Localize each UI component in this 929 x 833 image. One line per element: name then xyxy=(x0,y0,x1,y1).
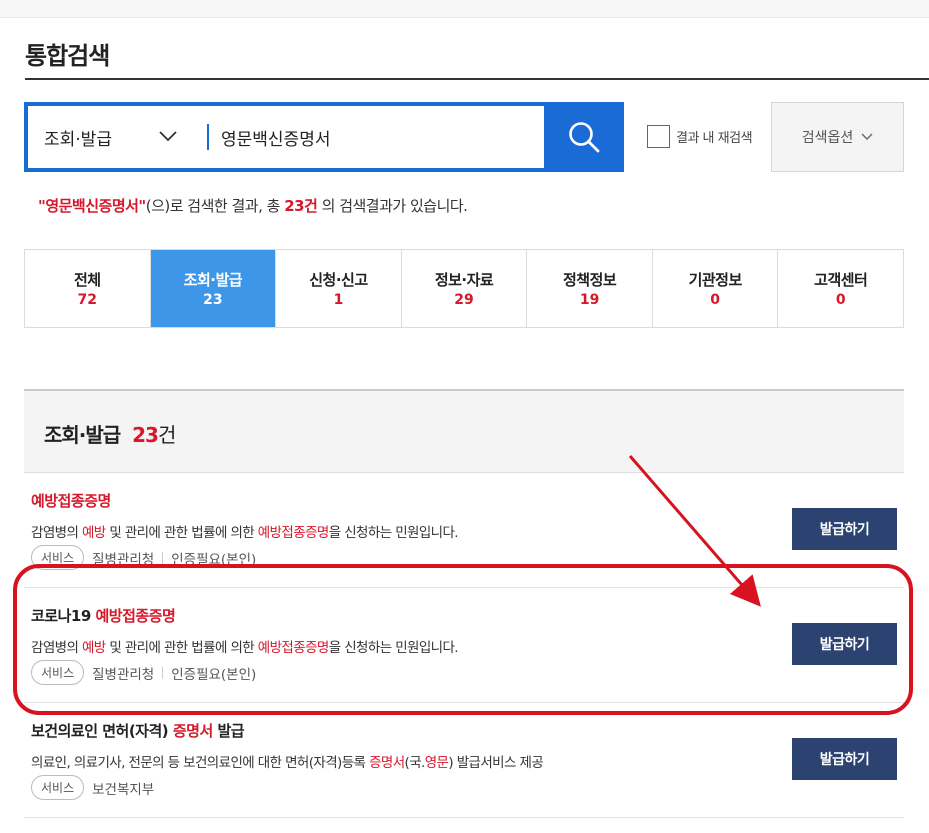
tab-agency-info[interactable]: 기관정보 0 xyxy=(653,250,779,327)
summary-total: 23건 xyxy=(284,197,318,215)
tab-inquiry-issuance[interactable]: 조회·발급 23 xyxy=(150,250,277,327)
tab-info-data[interactable]: 정보·자료 29 xyxy=(402,250,528,327)
summary-suffix: 의 검색결과가 있습니다. xyxy=(317,197,468,215)
result-summary: "영문백신증명서"(으)로 검색한 결과, 총 23건 의 검색결과가 있습니다… xyxy=(38,195,468,216)
desc-highlight: 예방접종증명 xyxy=(257,640,330,656)
result-item: 보건의료인 면허(자격) 증명서 발급 의료인, 의료기사, 전문의 등 보건의… xyxy=(24,703,904,818)
summary-query: "영문백신증명서" xyxy=(38,197,146,215)
desc-text: (국. xyxy=(404,755,426,771)
search-options-label: 검색옵션 xyxy=(801,130,854,146)
desc-text: 을 신청하는 민원입니다. xyxy=(328,525,459,541)
result-meta: 서비스 질병관리청 인증필요(본인) xyxy=(31,545,256,570)
auth-requirement: 인증필요(본인) xyxy=(171,551,257,568)
tab-count: 19 xyxy=(579,292,600,308)
section-header: 조회·발급 23건 xyxy=(24,389,904,473)
tab-label: 전체 xyxy=(73,271,101,289)
result-title[interactable]: 보건의료인 면허(자격) 증명서 발급 xyxy=(31,720,245,741)
title-highlight: 예방접종증명 xyxy=(31,492,111,510)
section-count: 23 xyxy=(132,423,159,447)
desc-highlight: 예방 xyxy=(81,640,106,656)
title-suffix: 발급 xyxy=(212,722,245,740)
search-box: 조회·발급 xyxy=(24,102,624,172)
agency-name: 질병관리청 xyxy=(92,666,155,683)
title-text: 보건의료인 면허(자격) xyxy=(31,722,173,740)
tab-label: 신청·신고 xyxy=(309,271,368,289)
issue-button[interactable]: 발급하기 xyxy=(792,738,897,780)
tab-count: 0 xyxy=(710,292,721,308)
result-meta: 서비스 보건복지부 xyxy=(31,775,154,800)
result-title[interactable]: 예방접종증명 xyxy=(31,490,111,511)
tab-label: 조회·발급 xyxy=(183,271,243,289)
category-tabs: 전체 72 조회·발급 23 신청·신고 1 정보·자료 29 정책정보 19 … xyxy=(24,249,904,328)
issue-button[interactable]: 발급하기 xyxy=(792,623,897,665)
auth-requirement: 인증필요(본인) xyxy=(171,666,257,683)
chevron-down-icon xyxy=(159,131,177,142)
tab-label: 고객센터 xyxy=(814,271,868,289)
tab-label: 정보·자료 xyxy=(434,271,494,289)
agency-name: 질병관리청 xyxy=(92,551,155,568)
section-title: 조회·발급 23건 xyxy=(44,419,176,448)
tab-count: 23 xyxy=(203,292,223,308)
title-divider xyxy=(25,78,929,80)
desc-highlight: 증명서 xyxy=(369,755,405,771)
title-text: 코로나19 xyxy=(31,607,96,625)
result-item: 코로나19 예방접종증명 감염병의 예방 및 관리에 관한 법률에 의한 예방접… xyxy=(24,588,904,703)
result-description: 의료인, 의료기사, 전문의 등 보건의료인에 대한 면허(자격)등록 증명서(… xyxy=(31,751,544,771)
summary-text: (으)로 검색한 결과, 총 xyxy=(145,197,285,215)
meta-divider xyxy=(162,551,164,564)
result-description: 감염병의 예방 및 관리에 관한 법률에 의한 예방접종증명을 신청하는 민원입… xyxy=(31,636,459,656)
tab-label: 정책정보 xyxy=(563,271,617,289)
result-title[interactable]: 코로나19 예방접종증명 xyxy=(31,605,176,626)
desc-text: 감염병의 xyxy=(31,525,82,541)
service-tag: 서비스 xyxy=(31,660,85,685)
result-item: 예방접종증명 감염병의 예방 및 관리에 관한 법률에 의한 예방접종증명을 신… xyxy=(24,473,904,588)
tab-policy-info[interactable]: 정책정보 19 xyxy=(527,250,653,327)
recheck-checkbox[interactable] xyxy=(647,125,670,148)
tab-all[interactable]: 전체 72 xyxy=(25,250,151,327)
search-input[interactable] xyxy=(209,106,544,168)
title-highlight: 예방접종증명 xyxy=(95,607,176,625)
desc-text: 을 신청하는 민원입니다. xyxy=(328,640,459,656)
tab-count: 0 xyxy=(835,292,846,308)
recheck-option[interactable]: 결과 내 재검색 xyxy=(647,125,753,148)
result-meta: 서비스 질병관리청 인증필요(본인) xyxy=(31,660,256,685)
meta-divider xyxy=(162,666,164,679)
recheck-label: 결과 내 재검색 xyxy=(676,131,753,146)
desc-text: 의료인, 의료기사, 전문의 등 보건의료인에 대한 면허(자격)등록 xyxy=(31,755,370,771)
tab-count: 1 xyxy=(333,292,344,308)
section-title-label: 조회·발급 xyxy=(44,423,121,447)
search-category-label: 조회·발급 xyxy=(44,129,112,150)
result-description: 감염병의 예방 및 관리에 관한 법률에 의한 예방접종증명을 신청하는 민원입… xyxy=(31,521,459,541)
tab-customer-center[interactable]: 고객센터 0 xyxy=(778,250,903,327)
issue-button[interactable]: 발급하기 xyxy=(792,508,897,550)
service-tag: 서비스 xyxy=(31,545,85,570)
tab-application-report[interactable]: 신청·신고 1 xyxy=(276,250,402,327)
desc-highlight: 영문 xyxy=(424,755,449,771)
top-bar xyxy=(0,0,929,18)
chevron-down-icon xyxy=(861,133,873,140)
search-options-button[interactable]: 검색옵션 xyxy=(771,102,904,172)
desc-text: 및 관리에 관한 법률에 의한 xyxy=(105,640,258,656)
service-tag: 서비스 xyxy=(31,775,85,800)
tab-count: 29 xyxy=(454,292,474,308)
agency-name: 보건복지부 xyxy=(92,781,155,798)
page-title: 통합검색 xyxy=(25,42,110,70)
search-button[interactable] xyxy=(544,102,624,172)
search-icon xyxy=(569,122,600,153)
desc-highlight: 예방 xyxy=(81,525,106,541)
desc-highlight: 예방접종증명 xyxy=(257,525,330,541)
search-category-select[interactable]: 조회·발급 xyxy=(28,106,203,168)
desc-text: ) 발급서비스 제공 xyxy=(448,755,544,771)
desc-text: 및 관리에 관한 법률에 의한 xyxy=(105,525,258,541)
tab-count: 72 xyxy=(77,292,98,308)
title-highlight: 증명서 xyxy=(172,722,213,740)
desc-text: 감염병의 xyxy=(31,640,82,656)
tab-label: 기관정보 xyxy=(688,271,743,289)
section-unit: 건 xyxy=(157,423,176,447)
